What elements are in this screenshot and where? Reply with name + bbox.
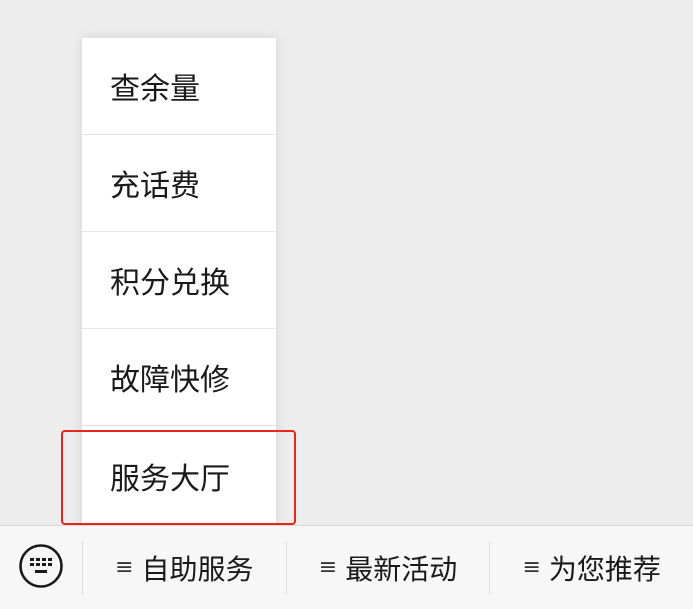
menu-item-fault-repair[interactable]: 故障快修 [82,329,276,426]
menu-item-recharge[interactable]: 充话费 [82,135,276,232]
menu-item-label: 积分兑换 [110,266,230,301]
chat-screen: 查余量 充话费 积分兑换 故障快修 服务大厅 ≡ 自助服务 ≡ 最新活动 ≡ 为… [0,0,693,609]
tab-latest-activities[interactable]: ≡ 最新活动 [287,526,490,609]
keyboard-toggle-button[interactable] [0,526,82,609]
bottom-menu-bar: ≡ 自助服务 ≡ 最新活动 ≡ 为您推荐 [0,525,693,609]
tab-label: 自助服务 [141,552,254,586]
menu-item-label: 充话费 [110,169,200,204]
menu-item-label: 服务大厅 [110,461,230,497]
menu-lines-icon: ≡ [115,555,134,580]
tab-label: 最新活动 [345,552,458,586]
menu-item-label: 查余量 [110,72,200,107]
menu-item-check-balance[interactable]: 查余量 [82,38,276,135]
menu-item-label: 故障快修 [110,363,230,398]
tab-self-service[interactable]: ≡ 自助服务 [83,526,286,609]
service-popup-menu: 查余量 充话费 积分兑换 故障快修 服务大厅 [82,38,276,525]
menu-lines-icon: ≡ [318,555,338,580]
tab-label: 为您推荐 [548,552,661,586]
tab-recommended[interactable]: ≡ 为您推荐 [490,526,693,609]
keyboard-icon [18,543,64,593]
menu-lines-icon: ≡ [522,555,541,580]
menu-item-service-hall[interactable]: 服务大厅 [82,426,276,525]
menu-item-points-exchange[interactable]: 积分兑换 [82,232,276,329]
